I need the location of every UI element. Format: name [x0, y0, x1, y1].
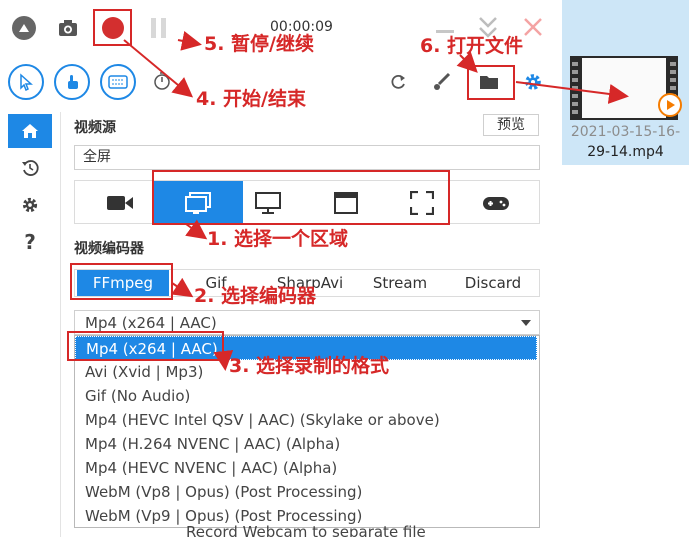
annotation-pause: 5. 暂停/继续 [204, 33, 314, 55]
annotation-select-format: 3. 选择录制的格式 [229, 355, 390, 377]
annotation-select-encoder: 2. 选择编码器 [194, 285, 317, 307]
annotation-arrows [123, 31, 629, 371]
annotation-select-area: 1. 选择一个区域 [207, 228, 349, 250]
annotation-open-file: 6. 打开文件 [420, 35, 524, 57]
annotation-start-stop: 4. 开始/结束 [196, 88, 306, 110]
